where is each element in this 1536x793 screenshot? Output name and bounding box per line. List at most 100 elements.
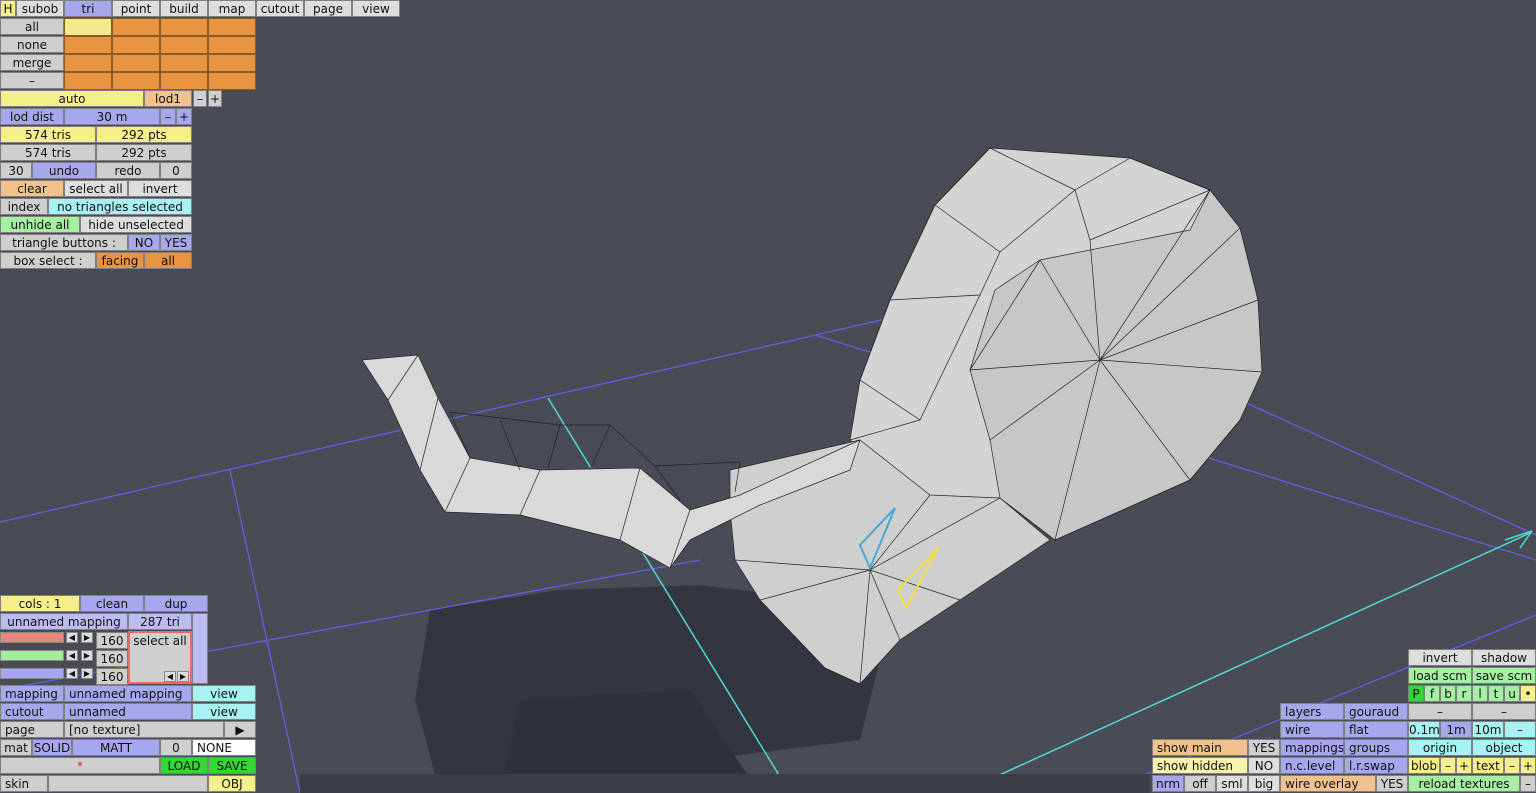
triangle-buttons-no[interactable]: NO [128,234,160,251]
text-plus[interactable]: + [1520,757,1536,774]
mapping-name[interactable]: unnamed mapping [0,613,128,630]
wire-button[interactable]: wire [1280,721,1344,738]
view-under-button[interactable]: u [1504,685,1520,702]
normals-big-button[interactable]: big [1248,775,1280,792]
shadow-button[interactable]: shadow [1472,649,1536,666]
show-hidden-label[interactable]: show hidden [1152,757,1248,774]
tab-view[interactable]: view [352,0,400,17]
tab-build[interactable]: build [160,0,208,17]
tab-map[interactable]: map [208,0,256,17]
merge-button[interactable]: merge [0,54,64,71]
tab-page[interactable]: page [304,0,352,17]
color-next-arrow[interactable]: ▶ [177,671,189,682]
green-left-arrow[interactable]: ◀ [66,650,78,661]
skin-label[interactable]: skin [0,775,48,792]
triangle-buttons-yes[interactable]: YES [160,234,192,251]
groups-button[interactable]: groups [1344,739,1408,756]
mat-none[interactable]: NONE [192,739,256,756]
blob-button[interactable]: blob [1408,757,1440,774]
reload-minus[interactable]: – [1520,775,1536,792]
group-cell[interactable] [64,18,112,36]
origin-button[interactable]: origin [1408,739,1472,756]
select-none-button[interactable]: none [0,36,64,53]
zoom-minus-right[interactable]: – [1472,703,1536,720]
view-dot-button[interactable]: • [1520,685,1536,702]
mapping-scrollbar[interactable] [192,613,208,684]
matt-button[interactable]: MATT [72,739,160,756]
group-cell[interactable] [208,54,256,72]
tab-cutout[interactable]: cutout [256,0,304,17]
select-all-button[interactable]: all [0,18,64,35]
group-cell[interactable] [64,36,112,54]
save-button[interactable]: SAVE [208,757,256,774]
flat-button[interactable]: flat [1344,721,1408,738]
hide-unselected-button[interactable]: hide unselected [80,216,192,233]
grid-minus-button[interactable]: – [1504,721,1536,738]
show-hidden-value[interactable]: NO [1248,757,1280,774]
blob-minus[interactable]: – [1440,757,1456,774]
dup-button[interactable]: dup [144,595,208,612]
red-right-arrow[interactable]: ▶ [81,632,93,643]
reload-textures-button[interactable]: reload textures [1408,775,1520,792]
mappings-button[interactable]: mappings [1280,739,1344,756]
undo-button[interactable]: undo [32,162,96,179]
red-slider[interactable] [0,632,64,643]
nclevel-button[interactable]: n.c.level [1280,757,1344,774]
page-next-arrow[interactable]: ▶ [224,721,256,738]
view-right-button[interactable]: r [1456,685,1472,702]
group-cell[interactable] [208,18,256,36]
color-select-box[interactable]: select all ◀ ▶ [128,631,192,684]
grid-10m-button[interactable]: 10m [1472,721,1504,738]
tab-point[interactable]: point [112,0,160,17]
group-cell[interactable] [64,72,112,90]
selection-group-grid[interactable] [64,18,256,90]
lod-dist-minus[interactable]: – [160,108,176,125]
index-button[interactable]: index [0,198,48,215]
view-top-button[interactable]: t [1488,685,1504,702]
save-scm-button[interactable]: save scm [1472,667,1536,684]
wire-overlay-value[interactable]: YES [1376,775,1408,792]
invert-selection-button[interactable]: invert [128,180,192,197]
page-value[interactable]: [no texture] [64,721,224,738]
cutout-view-button[interactable]: view [192,703,256,720]
view-left-button[interactable]: l [1472,685,1488,702]
box-select-facing[interactable]: facing [96,252,144,269]
cutout-value[interactable]: unnamed [64,703,192,720]
normals-off-button[interactable]: off [1184,775,1216,792]
solid-button[interactable]: SOLID [32,739,72,756]
lod-minus-button[interactable]: – [193,90,207,107]
clean-button[interactable]: clean [80,595,144,612]
grid-01m-button[interactable]: 0.1m [1408,721,1440,738]
green-slider[interactable] [0,650,64,661]
group-cell[interactable] [208,36,256,54]
unhide-all-button[interactable]: unhide all [0,216,80,233]
group-cell[interactable] [160,18,208,36]
blob-plus[interactable]: + [1456,757,1472,774]
blue-right-arrow[interactable]: ▶ [81,668,93,679]
lod-plus-button[interactable]: + [208,90,222,107]
box-select-all[interactable]: all [144,252,192,269]
text-button[interactable]: text [1472,757,1504,774]
show-main-label[interactable]: show main [1152,739,1248,756]
layers-button[interactable]: layers [1280,703,1344,720]
redo-button[interactable]: redo [96,162,160,179]
lrswap-button[interactable]: l.r.swap [1344,757,1408,774]
show-main-value[interactable]: YES [1248,739,1280,756]
color-prev-arrow[interactable]: ◀ [164,671,176,682]
group-cell[interactable] [112,18,160,36]
lod-dist-plus[interactable]: + [176,108,192,125]
lod-auto-button[interactable]: auto [0,90,144,107]
invert-view-button[interactable]: invert [1408,649,1472,666]
wire-overlay-label[interactable]: wire overlay [1280,775,1376,792]
group-cell[interactable] [160,36,208,54]
view-p-button[interactable]: P [1408,685,1424,702]
text-minus[interactable]: – [1504,757,1520,774]
load-button[interactable]: LOAD [160,757,208,774]
dash-button[interactable]: – [0,72,64,89]
green-right-arrow[interactable]: ▶ [81,650,93,661]
view-front-button[interactable]: f [1424,685,1440,702]
clear-button[interactable]: clear [0,180,64,197]
view-back-button[interactable]: b [1440,685,1456,702]
group-cell[interactable] [160,54,208,72]
3d-viewport[interactable] [0,0,1536,793]
